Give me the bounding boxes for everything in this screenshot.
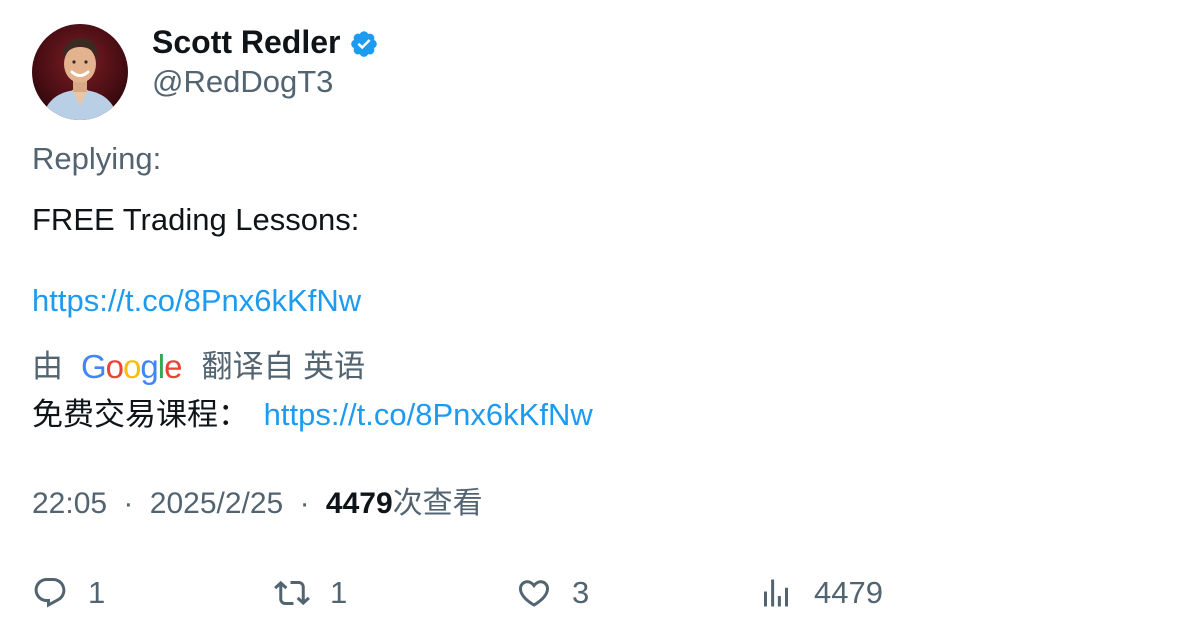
translation-attribution: 由 Google 翻译自 英语 <box>32 347 365 387</box>
meta-separator: · <box>123 487 134 520</box>
reply-bubble-icon <box>32 575 68 611</box>
tweet-link-line: https://t.co/8Pnx6kKfNw <box>32 281 361 321</box>
views-count: 4479 <box>325 487 393 520</box>
translated-tweet: 免费交易课程： https://t.co/8Pnx6kKfNw <box>32 395 593 435</box>
tweet-meta: 22:05 · 2025/2/25 · 4479次查看 <box>32 484 483 524</box>
retweet-count: 1 <box>330 575 348 610</box>
views-action-count: 4479 <box>814 575 883 610</box>
author-handle[interactable]: @RedDogT3 <box>152 62 333 102</box>
retweet-button[interactable]: 1 <box>274 571 347 615</box>
replying-label: Replying: <box>32 141 162 176</box>
author-display-name[interactable]: Scott Redler <box>152 22 379 62</box>
reply-button[interactable]: 1 <box>32 571 105 615</box>
translated-text: 免费交易课程： <box>32 397 249 432</box>
action-bar: 1 1 3 4479 <box>0 571 1196 615</box>
tweet-date[interactable]: 2025/2/25 <box>150 487 283 520</box>
tweet-link[interactable]: https://t.co/8Pnx6kKfNw <box>32 283 361 318</box>
avatar[interactable] <box>32 24 128 120</box>
tweet-time[interactable]: 22:05 <box>32 487 107 520</box>
views-label: 次查看 <box>392 487 483 520</box>
reply-count: 1 <box>88 575 106 610</box>
translation-prefix: 由 <box>32 349 63 384</box>
meta-separator: · <box>299 487 310 520</box>
translation-suffix: 翻译自 英语 <box>201 349 366 384</box>
tweet-text: FREE Trading Lessons: <box>32 202 360 237</box>
verified-badge-icon[interactable] <box>349 28 379 58</box>
bar-chart-icon <box>758 575 794 611</box>
like-count: 3 <box>572 575 590 610</box>
avatar-image <box>32 24 128 120</box>
author-name-text: Scott Redler <box>152 24 341 60</box>
heart-icon <box>516 575 552 611</box>
retweet-arrows-icon <box>274 575 310 611</box>
like-button[interactable]: 3 <box>516 571 589 615</box>
tweet-detail: Scott Redler @RedDogT3 Replying: FREE Tr… <box>0 0 1196 638</box>
translated-link[interactable]: https://t.co/8Pnx6kKfNw <box>264 397 593 432</box>
views-button[interactable]: 4479 <box>758 571 883 615</box>
google-logo[interactable]: Google <box>81 347 182 387</box>
